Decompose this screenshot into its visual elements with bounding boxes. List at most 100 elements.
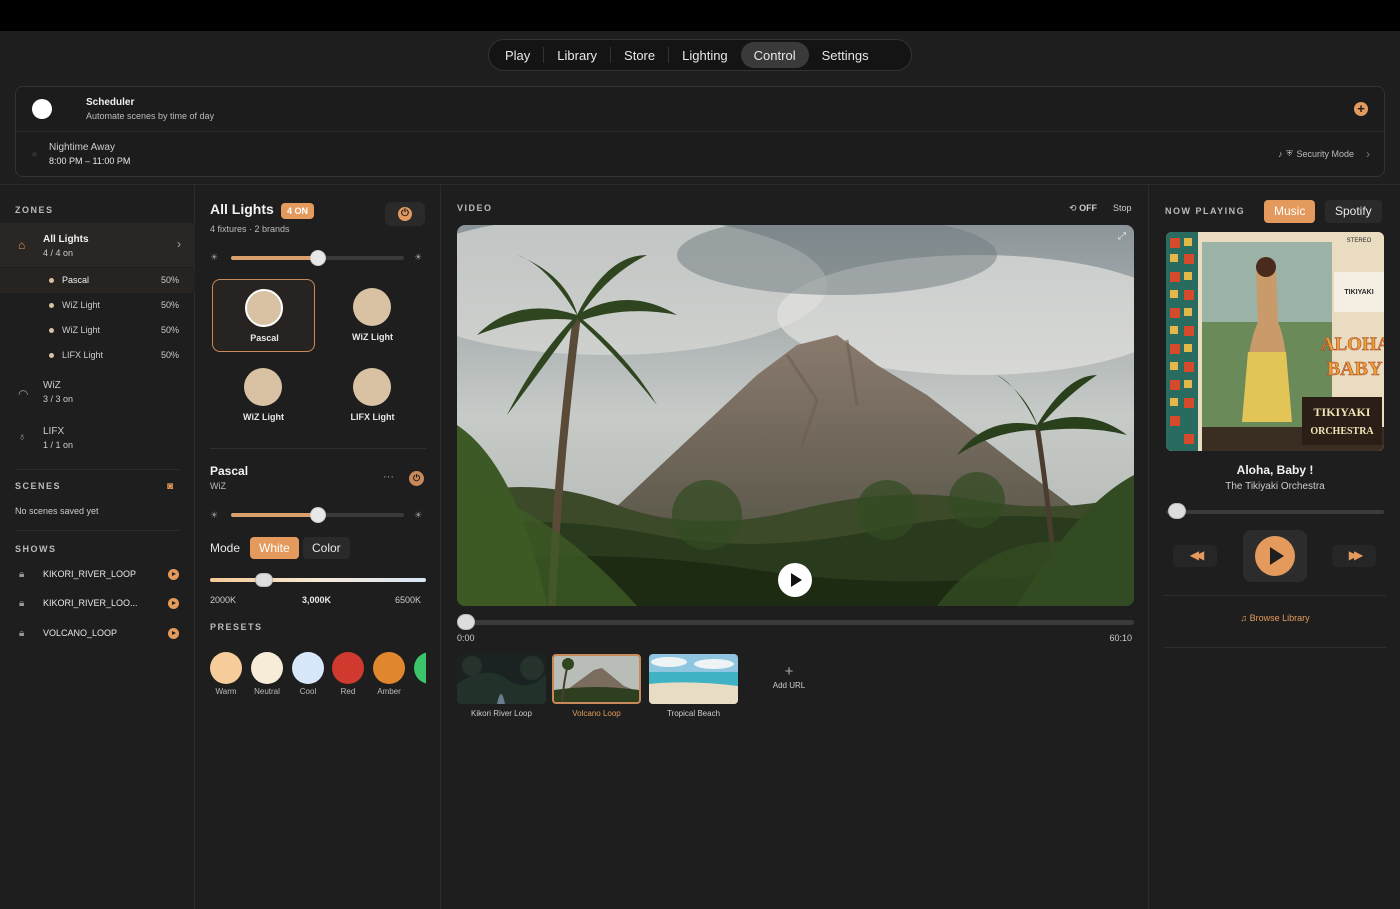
- presets-row: Warm Neutral Cool Red Amber Gr: [196, 185, 426, 909]
- fixture-item[interactable]: WiZ Light 50%: [0, 318, 195, 343]
- music-note-icon: ♪: [1277, 149, 1283, 159]
- show-item[interactable]: 🔒︎ KIKORI_RIVER_LOO...: [0, 594, 195, 614]
- lock-icon: 🔒︎: [19, 598, 25, 609]
- zone-lifx[interactable]: ♁ LIFX 1 / 1 on: [0, 419, 195, 459]
- fixture-item[interactable]: LIFX Light 50%: [0, 343, 195, 368]
- zone-status: 4 / 4 on: [43, 248, 74, 258]
- video-thumbnail[interactable]: [649, 654, 738, 704]
- track-title: Aloha, Baby !: [1236, 463, 1314, 477]
- zone-status: 3 / 3 on: [43, 394, 74, 404]
- fast-forward-icon: ▶▶: [1348, 548, 1363, 562]
- video-label: VIDEO: [457, 203, 493, 213]
- preset-label: Cool: [299, 687, 317, 696]
- thumbnail-image: [649, 654, 738, 704]
- preset-label: Gr: [410, 687, 427, 696]
- add-url-button[interactable]: + Add URL: [769, 663, 809, 690]
- video-seek-bar[interactable]: [457, 614, 1134, 630]
- video-thumbnail[interactable]: [552, 654, 641, 704]
- album-band-small: TIKIYAKI: [1344, 289, 1373, 296]
- scheduler-toggle[interactable]: [30, 99, 72, 119]
- divider: [1164, 647, 1386, 648]
- album-band-line2: ORCHESTRA: [1310, 426, 1374, 437]
- tab-music[interactable]: Music: [1264, 200, 1316, 223]
- play-icon[interactable]: [168, 628, 179, 639]
- stop-button[interactable]: Stop: [1113, 203, 1132, 213]
- now-playing-panel: NOW PLAYING Music Spotify STEREO TIKIYAK…: [1150, 185, 1400, 909]
- scenes-empty: No scenes saved yet: [15, 506, 99, 516]
- show-item[interactable]: 🔒︎ KIKORI_RIVER_LOOP: [0, 565, 195, 585]
- video-panel: VIDEO ⟲ OFF Stop ⤢ 0:00 60:10 Kikori Riv…: [442, 185, 1149, 909]
- lights-panel: All Lights 4 ON 4 fixtures · 2 brands ⏻ …: [196, 185, 441, 909]
- show-name: KIKORI_RIVER_LOOP: [43, 569, 137, 579]
- seek-knob[interactable]: [457, 614, 475, 630]
- fixture-percent: 50%: [160, 300, 179, 310]
- wifi-icon: ◠: [18, 387, 29, 401]
- shield-icon: ⛨: [1286, 149, 1293, 158]
- zone-wiz[interactable]: ◠ WiZ 3 / 3 on: [0, 373, 195, 413]
- show-item[interactable]: 🔒︎ VOLCANO_LOOP: [0, 624, 195, 644]
- album-art: STEREO TIKIYAKI ALOHA, BABY! TIKIYAKI OR…: [1166, 232, 1384, 451]
- scenes-label: SCENES: [15, 481, 62, 491]
- preset-warm[interactable]: [210, 652, 242, 684]
- preset-cool[interactable]: [292, 652, 324, 684]
- zone-status: 1 / 1 on: [43, 440, 74, 450]
- fixture-item[interactable]: Pascal 50%: [0, 268, 195, 293]
- expand-icon[interactable]: ⤢: [1118, 231, 1126, 242]
- music-progress-bar[interactable]: [1166, 510, 1384, 514]
- loop-toggle[interactable]: ⟲ OFF: [1069, 203, 1097, 214]
- nav-lighting[interactable]: Lighting: [669, 42, 741, 68]
- browse-library-label: Browse Library: [1249, 613, 1310, 623]
- nav-library[interactable]: Library: [544, 42, 610, 68]
- fast-forward-button[interactable]: ▶▶: [1332, 545, 1376, 567]
- schedule-event-time: 8:00 PM – 11:00 PM: [49, 156, 131, 166]
- divider: [15, 530, 180, 531]
- preset-amber[interactable]: [373, 652, 405, 684]
- preset-label: Neutral: [254, 687, 280, 696]
- bulb-icon: ♁: [18, 431, 27, 443]
- fixture-name: WiZ Light: [62, 300, 101, 310]
- preset-green[interactable]: [414, 652, 426, 684]
- album-top-text: STEREO: [1347, 238, 1372, 244]
- nav-settings[interactable]: Settings: [809, 42, 882, 68]
- fixture-percent: 50%: [160, 325, 179, 335]
- nav-play[interactable]: Play: [492, 42, 543, 68]
- tab-spotify[interactable]: Spotify: [1325, 200, 1382, 223]
- main-nav: Play Library Store Lighting Control Sett…: [488, 39, 912, 71]
- schedule-event-name[interactable]: Nightime Away: [49, 142, 115, 153]
- fixture-name: Pascal: [62, 275, 90, 285]
- video-player[interactable]: ⤢: [457, 225, 1134, 606]
- video-frame-image: [457, 225, 1134, 606]
- play-icon[interactable]: [168, 569, 179, 580]
- thumbnail-image: [554, 656, 639, 702]
- preset-label: Warm: [215, 687, 237, 696]
- thumbnail-label: Volcano Loop: [572, 709, 621, 718]
- browse-library-link[interactable]: ♫ Browse Library: [1150, 613, 1400, 623]
- rewind-button[interactable]: ◀◀: [1173, 545, 1217, 567]
- camera-icon[interactable]: ◙: [167, 481, 173, 492]
- add-schedule-button[interactable]: +: [1354, 102, 1368, 116]
- video-thumbnail[interactable]: [457, 654, 546, 704]
- music-play-button[interactable]: [1243, 530, 1307, 582]
- chevron-right-icon[interactable]: ›: [1366, 147, 1370, 161]
- fixture-item[interactable]: WiZ Light 50%: [0, 293, 195, 318]
- lock-icon: 🔒︎: [19, 628, 25, 639]
- show-name: VOLCANO_LOOP: [43, 628, 118, 638]
- schedule-event-mode[interactable]: ♪ ⛨ Security Mode: [1278, 149, 1354, 159]
- play-icon[interactable]: [168, 598, 179, 609]
- zone-all-lights[interactable]: ⌂ All Lights 4 / 4 on ›: [0, 223, 195, 267]
- now-playing-label: NOW PLAYING: [1165, 206, 1246, 216]
- preset-label: Red: [340, 687, 356, 696]
- video-duration: 60:10: [1109, 633, 1132, 643]
- fixture-dot: [49, 328, 54, 333]
- album-title-line2: BABY!: [1327, 358, 1384, 380]
- preset-red[interactable]: [332, 652, 364, 684]
- loop-icon: ⟲: [1069, 203, 1077, 213]
- music-progress-knob[interactable]: [1168, 503, 1186, 519]
- show-name: KIKORI_RIVER_LOO...: [43, 598, 138, 608]
- nav-store[interactable]: Store: [611, 42, 668, 68]
- video-play-button[interactable]: [778, 563, 812, 597]
- preset-neutral[interactable]: [251, 652, 283, 684]
- nav-control[interactable]: Control: [740, 42, 809, 68]
- zones-label: ZONES: [15, 205, 54, 215]
- schedule-status-dot: [32, 152, 37, 157]
